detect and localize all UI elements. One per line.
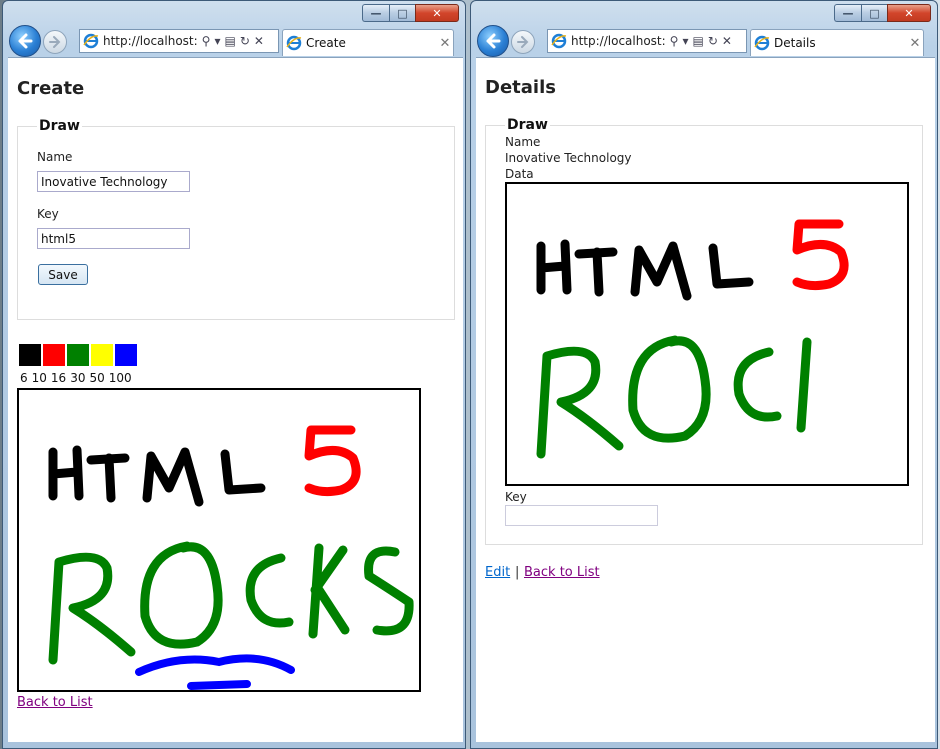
tab-close-icon[interactable]: ✕ (907, 36, 923, 51)
minimize-button[interactable]: — (834, 4, 861, 22)
maximize-button[interactable]: □ (861, 4, 887, 22)
color-swatch-yellow[interactable] (91, 344, 113, 366)
address-tools: ⚲ ▾ ▤ ↻ ✕ (202, 34, 264, 48)
red-stroke-5 (792, 219, 849, 291)
tab-label: Details (774, 36, 816, 50)
data-label: Data (505, 167, 534, 181)
address-bar[interactable]: http://localhost: ⚲ ▾ ▤ ↻ ✕ (547, 29, 747, 53)
black-stroke-html (48, 445, 266, 507)
drawing-strokes (48, 425, 414, 690)
back-to-list-link[interactable]: Back to List (524, 565, 600, 580)
back-button[interactable] (9, 25, 41, 57)
brush-size-option[interactable]: 6 (20, 371, 28, 385)
name-label: Name (505, 135, 541, 149)
page-content: Create Draw Name Key Save 6 10 16 30 50 100 (8, 57, 463, 745)
navigation-bar: http://localhost: ⚲ ▾ ▤ ↻ ✕ Create ✕ (3, 25, 465, 57)
key-label: Key (505, 490, 527, 504)
brush-size-option[interactable]: 16 (51, 371, 66, 385)
name-label: Name (37, 150, 73, 164)
key-field[interactable] (505, 505, 658, 526)
save-button[interactable]: Save (38, 264, 88, 285)
dropdown-icon[interactable]: ▾ (214, 34, 220, 48)
forward-arrow-icon (517, 36, 529, 48)
search-icon[interactable]: ⚲ (670, 34, 679, 48)
forward-arrow-icon (49, 36, 61, 48)
ie-tab-icon (286, 35, 302, 51)
fieldset-legend: Draw (505, 117, 550, 133)
address-tools: ⚲ ▾ ▤ ↻ ✕ (670, 34, 732, 48)
compatibility-icon[interactable]: ▤ (693, 34, 704, 48)
brush-size-option[interactable]: 10 (32, 371, 47, 385)
drawing-strokes (536, 219, 849, 459)
back-arrow-icon (18, 33, 33, 49)
window-caption-buttons: — □ ✕ (834, 4, 931, 22)
black-stroke-html (536, 239, 754, 301)
tab-details[interactable]: Details ✕ (750, 29, 924, 56)
back-arrow-icon (486, 33, 501, 49)
tab-label: Create (306, 36, 346, 50)
edit-link[interactable]: Edit (485, 565, 510, 580)
forward-button[interactable] (43, 30, 67, 54)
draw-fieldset (17, 126, 455, 320)
browser-window-details: — □ ✕ http://localhost: ⚲ ▾ ▤ ↻ ✕ Detail… (470, 0, 938, 749)
stop-icon[interactable]: ✕ (254, 34, 264, 48)
color-swatch-green[interactable] (67, 344, 89, 366)
key-input[interactable] (37, 228, 190, 249)
key-label: Key (37, 207, 59, 221)
window-frame-bottom (471, 742, 937, 748)
color-swatch-black[interactable] (19, 344, 41, 366)
dropdown-icon[interactable]: ▾ (682, 34, 688, 48)
back-button[interactable] (477, 25, 509, 57)
compatibility-icon[interactable]: ▤ (225, 34, 236, 48)
navigation-bar: http://localhost: ⚲ ▾ ▤ ↻ ✕ Details ✕ (471, 25, 937, 57)
page-content: Details Draw Name Inovative Technology D… (476, 57, 935, 745)
minimize-button[interactable]: — (362, 4, 389, 22)
brush-sizes: 6 10 16 30 50 100 (20, 371, 136, 385)
drawing-image (505, 182, 909, 486)
window-caption-buttons: — □ ✕ (362, 4, 459, 22)
search-icon[interactable]: ⚲ (202, 34, 211, 48)
ie-page-icon (551, 33, 567, 49)
green-stroke-roci (536, 335, 812, 459)
refresh-icon[interactable]: ↻ (240, 34, 250, 48)
close-button[interactable]: ✕ (415, 4, 459, 22)
link-separator: | (515, 565, 520, 580)
ie-tab-icon (754, 35, 770, 51)
stop-icon[interactable]: ✕ (722, 34, 732, 48)
blue-stroke-underline (135, 654, 295, 690)
red-stroke-5 (304, 425, 361, 497)
name-value: Inovative Technology (505, 151, 632, 165)
page-title: Details (485, 77, 556, 98)
refresh-icon[interactable]: ↻ (708, 34, 718, 48)
color-swatch-blue[interactable] (115, 344, 137, 366)
name-input[interactable] (37, 171, 190, 192)
drawing-canvas[interactable] (17, 388, 421, 692)
color-swatch-red[interactable] (43, 344, 65, 366)
address-text: http://localhost: (103, 34, 198, 48)
page-title: Create (17, 78, 85, 99)
fieldset-legend: Draw (37, 118, 82, 134)
tab-create[interactable]: Create ✕ (282, 29, 454, 56)
ie-page-icon (83, 33, 99, 49)
green-stroke-rocks (48, 541, 414, 665)
brush-size-option[interactable]: 100 (109, 371, 132, 385)
brush-size-option[interactable]: 30 (70, 371, 85, 385)
address-bar[interactable]: http://localhost: ⚲ ▾ ▤ ↻ ✕ (79, 29, 279, 53)
maximize-button[interactable]: □ (389, 4, 415, 22)
window-frame-bottom (3, 742, 465, 748)
forward-button[interactable] (511, 30, 535, 54)
browser-window-create: — □ ✕ http://localhost: ⚲ ▾ ▤ ↻ ✕ Create… (2, 0, 466, 749)
address-text: http://localhost: (571, 34, 666, 48)
tab-close-icon[interactable]: ✕ (437, 36, 453, 51)
brush-size-option[interactable]: 50 (89, 371, 104, 385)
back-to-list-link[interactable]: Back to List (17, 695, 93, 710)
close-button[interactable]: ✕ (887, 4, 931, 22)
